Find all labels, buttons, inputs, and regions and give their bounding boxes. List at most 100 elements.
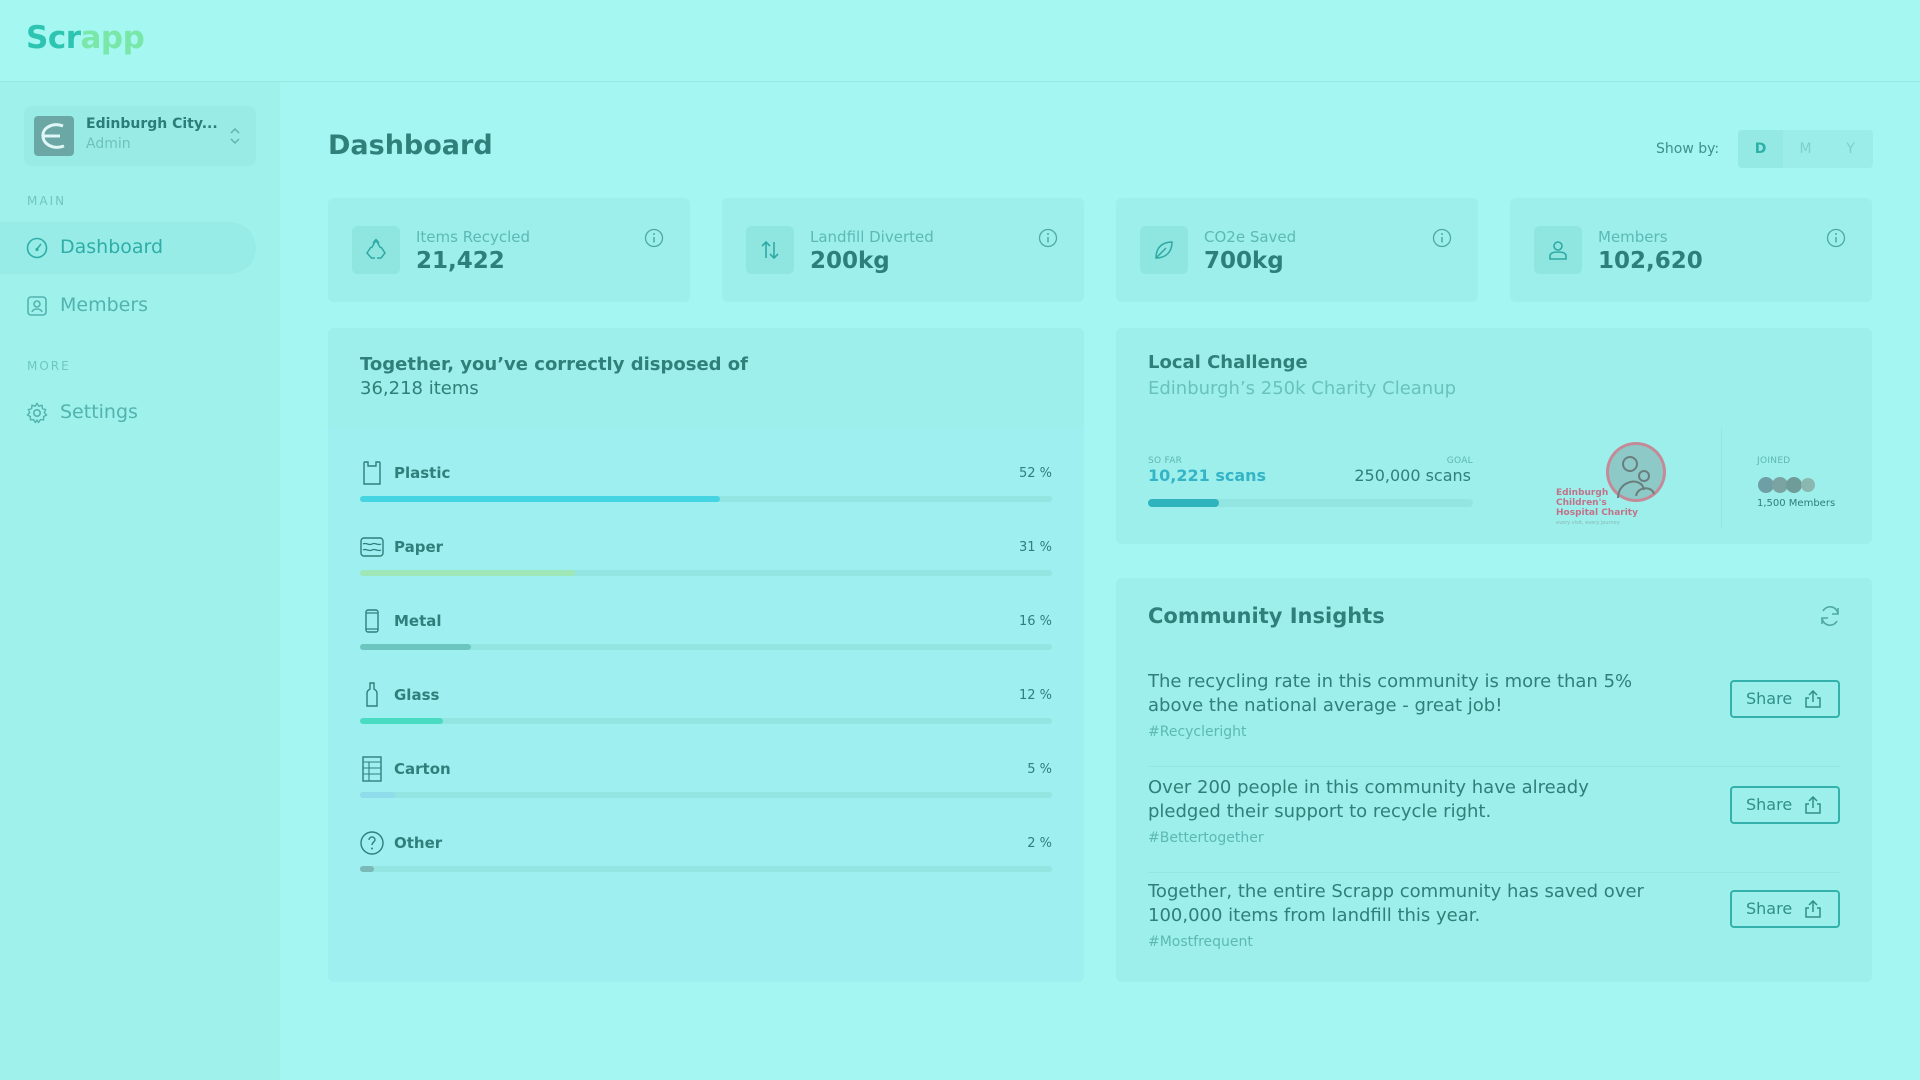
material-progress-track (360, 718, 1052, 724)
bottle-icon (366, 682, 378, 707)
material-progress-track (360, 644, 1052, 650)
stat-icon-box (746, 226, 794, 274)
member-avatars (1758, 477, 1815, 493)
stat-label: Members (1598, 228, 1668, 246)
share-button-label: Share (1746, 899, 1793, 918)
share-button[interactable]: Share (1730, 786, 1840, 824)
question-icon (360, 831, 384, 855)
material-progress-fill (360, 496, 720, 502)
org-avatar (34, 116, 74, 156)
members-icon (27, 296, 47, 316)
app-logo[interactable]: Scrapp (26, 20, 145, 56)
material-row-metal: Metal 16 % (360, 608, 1052, 664)
material-progress-track (360, 496, 1052, 502)
material-row-other: Other 2 % (360, 830, 1052, 886)
show-by-label: Show by: (1656, 141, 1720, 157)
material-percent: 16 % (1018, 614, 1052, 629)
gauge-icon (26, 237, 48, 259)
challenge-subtitle: Edinburgh’s 250k Charity Cleanup (1148, 378, 1457, 399)
info-icon[interactable] (1038, 228, 1058, 248)
sidebar-item-dashboard[interactable]: Dashboard (0, 222, 256, 274)
stat-icon-box (1534, 226, 1582, 274)
carton-icon (362, 756, 382, 782)
material-percent: 2 % (1027, 836, 1052, 851)
challenge-progress-track (1148, 499, 1473, 507)
goal-value: 250,000 scans (1354, 466, 1471, 485)
material-percent: 52 % (1018, 466, 1052, 481)
show-by-month-button[interactable]: M (1783, 130, 1828, 168)
person-icon (1549, 241, 1567, 260)
material-label: Paper (394, 538, 444, 556)
sidebar-item-label: Dashboard (60, 236, 164, 258)
share-icon (1805, 690, 1821, 708)
share-button-label: Share (1746, 795, 1793, 814)
so-far-label: SO FAR (1148, 456, 1183, 466)
share-icon (1805, 900, 1821, 918)
material-progress-fill (360, 570, 575, 576)
stat-label: Landfill Diverted (810, 228, 934, 246)
arrows-up-down-icon (761, 240, 779, 260)
stat-icon-box (1140, 226, 1188, 274)
challenge-title: Local Challenge (1148, 352, 1308, 373)
stat-card-landfill-diverted: Landfill Diverted 200kg (722, 198, 1084, 302)
info-icon[interactable] (1826, 228, 1846, 248)
disposed-title: Together, you’ve correctly disposed of (360, 354, 749, 375)
org-role: Admin (86, 136, 131, 152)
material-percent: 31 % (1018, 540, 1052, 555)
material-progress-fill (360, 792, 395, 798)
material-label: Metal (394, 612, 442, 630)
joined-count: 1,500 Members (1757, 498, 1836, 509)
sidebar-item-label: Settings (60, 401, 138, 423)
material-progress-track (360, 570, 1052, 576)
charity-name-line: Children's (1556, 498, 1607, 508)
challenge-progress-fill (1148, 499, 1219, 507)
sidebar: Edinburgh City... Admin MAIN Dashboard M… (0, 82, 280, 1080)
org-name: Edinburgh City... (86, 116, 218, 132)
gear-icon (26, 402, 48, 424)
stat-value: 102,620 (1598, 248, 1703, 274)
info-icon[interactable] (644, 228, 664, 248)
show-by-year-button[interactable]: Y (1828, 130, 1873, 168)
insight-divider (1148, 766, 1840, 767)
so-far-value: 10,221 scans (1148, 466, 1267, 485)
stat-value: 21,422 (416, 248, 505, 274)
material-label: Glass (394, 686, 440, 704)
share-button-label: Share (1746, 689, 1793, 708)
disposed-card: Together, you’ve correctly disposed of 3… (328, 328, 1084, 982)
disposed-count: 36,218 items (360, 378, 479, 399)
insight-hashtag[interactable]: #Bettertogether (1148, 830, 1264, 846)
refresh-icon[interactable] (1818, 604, 1842, 628)
material-label: Carton (394, 760, 451, 778)
sidebar-item-label: Members (60, 294, 149, 316)
share-icon (1805, 796, 1821, 814)
community-insights-card: Community Insights The recycling rate in… (1116, 578, 1872, 982)
material-row-plastic: Plastic 52 % (360, 460, 1052, 516)
local-challenge-card: Local Challenge Edinburgh’s 250k Charity… (1116, 328, 1872, 544)
charity-tagline: every visit, every journey (1556, 520, 1620, 526)
leaf-icon (1155, 241, 1173, 259)
share-button[interactable]: Share (1730, 890, 1840, 928)
share-button[interactable]: Share (1730, 680, 1840, 718)
material-label: Plastic (394, 464, 451, 482)
plastic-bag-icon (363, 461, 381, 485)
info-icon[interactable] (1432, 228, 1452, 248)
sidebar-item-members[interactable]: Members (0, 280, 256, 332)
chevron-up-down-icon (230, 127, 240, 145)
stat-value: 200kg (810, 248, 890, 274)
org-switcher[interactable]: Edinburgh City... Admin (24, 106, 256, 166)
stat-card-items-recycled: Items Recycled 21,422 (328, 198, 690, 302)
sidebar-item-settings[interactable]: Settings (0, 387, 256, 439)
insight-hashtag[interactable]: #Mostfrequent (1148, 934, 1253, 950)
challenge-divider (1721, 428, 1722, 528)
stat-label: Items Recycled (416, 228, 530, 246)
section-label-more: MORE (27, 359, 71, 373)
material-progress-track (360, 866, 1052, 872)
show-by-day-button[interactable]: D (1738, 130, 1783, 168)
insight-text: The recycling rate in this community is … (1148, 671, 1633, 716)
material-row-carton: Carton 5 % (360, 756, 1052, 812)
material-percent: 5 % (1027, 762, 1052, 777)
material-row-glass: Glass 12 % (360, 682, 1052, 738)
insight-text: Over 200 people in this community have a… (1148, 777, 1589, 822)
insight-hashtag[interactable]: #Recycleright (1148, 724, 1247, 740)
logo-part-2: app (80, 20, 145, 56)
